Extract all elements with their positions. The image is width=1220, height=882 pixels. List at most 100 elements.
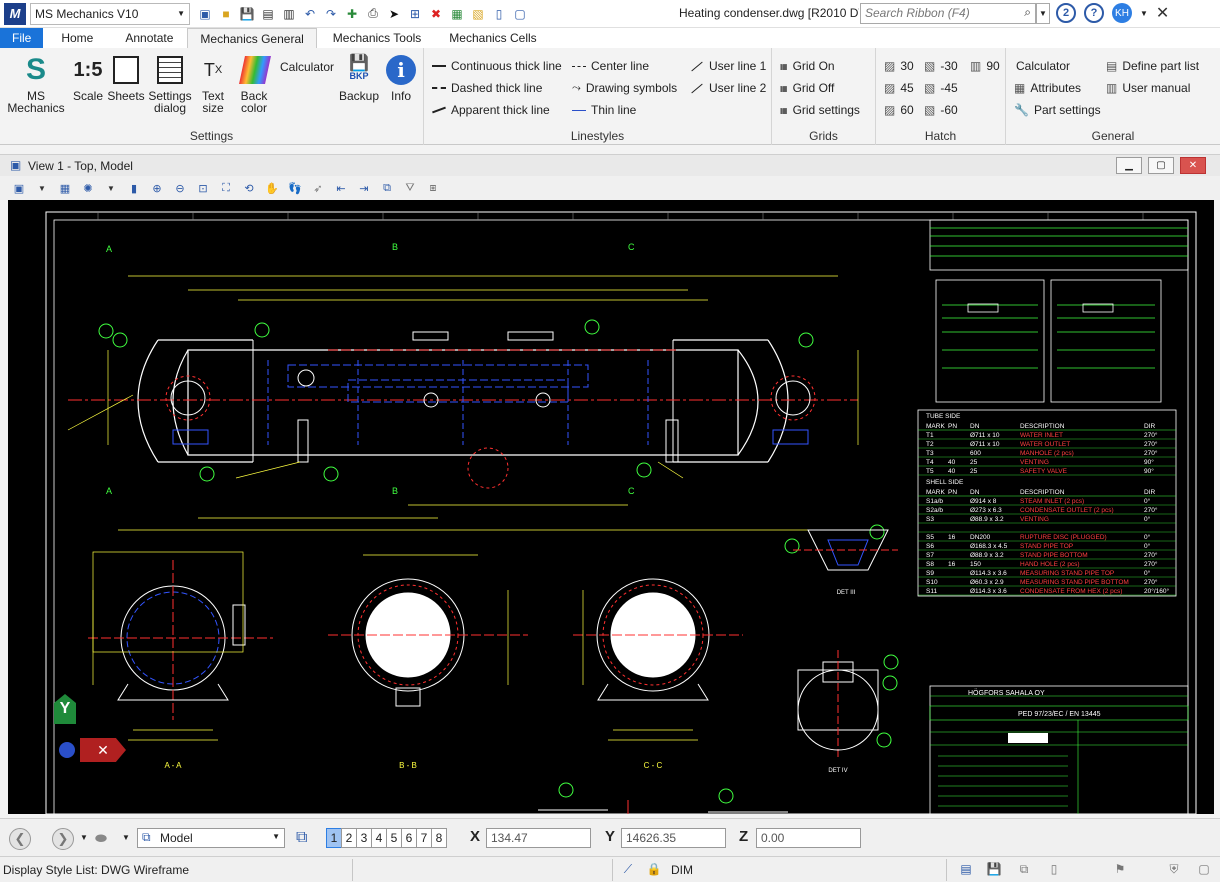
chevron-down-icon[interactable]: ▼ <box>33 179 51 197</box>
print-icon[interactable]: ⎙ <box>364 5 382 23</box>
properties-icon[interactable]: ⊞ <box>406 5 424 23</box>
back-nav-button[interactable]: ❮ <box>9 828 31 850</box>
view-button-1[interactable]: 1 <box>326 828 342 848</box>
view-button-6[interactable]: 6 <box>401 828 417 848</box>
clip-mask-icon[interactable]: ⧆ <box>424 179 442 197</box>
hatch-minus60-button[interactable]: ▧ -60 <box>924 103 958 117</box>
info-button[interactable]: i Info <box>384 54 418 102</box>
maximize-button[interactable]: ▢ <box>1148 157 1174 174</box>
chevron-down-icon[interactable]: ▼ <box>80 833 88 842</box>
view-previous-icon[interactable]: ⇤ <box>332 179 350 197</box>
help-icon[interactable]: ? <box>1084 3 1104 23</box>
linestyle-drawing-symbols[interactable]: ⤳ Drawing symbols <box>572 81 677 95</box>
sync-icon[interactable]: ⧉ <box>1016 861 1032 877</box>
shield-icon[interactable]: ⛨ <box>1166 861 1182 877</box>
view-button-4[interactable]: 4 <box>371 828 387 848</box>
text-size-button[interactable]: TX Text size <box>196 54 230 114</box>
define-part-list-button[interactable]: ▤ Define part list <box>1106 59 1199 73</box>
tab-mechanics-tools[interactable]: Mechanics Tools <box>317 28 438 48</box>
chevron-down-icon[interactable]: ▼ <box>122 833 130 842</box>
close-view-button[interactable]: ✕ <box>1180 157 1206 174</box>
hatch-60-button[interactable]: ▨ 60 <box>884 103 914 117</box>
scale-button[interactable]: 1:5 Scale <box>68 54 108 102</box>
view-display-icon[interactable]: ▦ <box>56 179 74 197</box>
view-button-5[interactable]: 5 <box>386 828 402 848</box>
hatch-90-button[interactable]: ▥ 90 <box>970 59 1000 73</box>
tab-mechanics-cells[interactable]: Mechanics Cells <box>437 28 548 48</box>
fly-icon[interactable]: ➶ <box>309 179 327 197</box>
x-coordinate-field[interactable]: 134.47 <box>486 828 591 848</box>
zoom-in-icon[interactable]: ⊕ <box>148 179 166 197</box>
pin-icon[interactable]: ✚ <box>343 5 361 23</box>
minimize-button[interactable]: ▁ <box>1116 157 1142 174</box>
save-as-icon[interactable]: ▤ <box>259 5 277 23</box>
flag-icon[interactable]: ⚑ <box>1112 861 1128 877</box>
linestyle-center[interactable]: Center line <box>572 59 649 73</box>
snap-icon[interactable]: ⟋ <box>620 861 636 877</box>
clip-volume-icon[interactable]: ⛛ <box>401 179 419 197</box>
tab-mechanics-general[interactable]: Mechanics General <box>187 28 317 48</box>
view-button-3[interactable]: 3 <box>356 828 372 848</box>
hatch-minus30-button[interactable]: ▧ -30 <box>924 59 958 73</box>
walk-icon[interactable]: 👣 <box>286 179 304 197</box>
view-button-8[interactable]: 8 <box>431 828 447 848</box>
document-icon[interactable]: ▯ <box>490 5 508 23</box>
notification-icon[interactable]: 2 <box>1056 3 1076 23</box>
tab-home[interactable]: Home <box>43 28 111 48</box>
settings-dialog-button[interactable]: Settings dialog <box>146 54 194 114</box>
z-coordinate-field[interactable]: 0.00 <box>756 828 861 848</box>
zoom-out-icon[interactable]: ⊖ <box>171 179 189 197</box>
linestyle-dashed-thick[interactable]: Dashed thick line <box>432 81 542 95</box>
lighting-icon[interactable]: ✺ <box>79 179 97 197</box>
ms-mechanics-button[interactable]: S MS Mechanics <box>6 54 66 115</box>
linestyle-thin[interactable]: Thin line <box>572 103 636 117</box>
view-next-icon[interactable]: ⇥ <box>355 179 373 197</box>
drawing-canvas[interactable]: ABC ABC A - A B - B C - C DET III DET IV… <box>8 200 1214 814</box>
close-icon[interactable]: ✕ <box>1156 3 1169 23</box>
view-button-7[interactable]: 7 <box>416 828 432 848</box>
linestyle-user-2[interactable]: User line 2 <box>690 81 766 95</box>
select-arrow-icon[interactable]: ➤ <box>385 5 403 23</box>
rotate-view-icon[interactable]: ⟲ <box>240 179 258 197</box>
open-folder-icon[interactable]: ■ <box>217 5 235 23</box>
backup-button[interactable]: 💾 BKP Backup <box>338 54 380 103</box>
window-icon[interactable]: ▢ <box>511 5 529 23</box>
fit-view-icon[interactable]: ⛶ <box>217 179 235 197</box>
user-avatar[interactable]: KH <box>1112 3 1132 23</box>
search-ribbon-input[interactable]: Search Ribbon (F4) ⌕ <box>860 3 1036 24</box>
forward-nav-button[interactable]: ❯ <box>52 828 74 850</box>
grid-settings-button[interactable]: ▦ Grid settings <box>780 103 860 117</box>
hatch-minus45-button[interactable]: ▧ -45 <box>924 81 958 95</box>
stack-icon[interactable]: ▧ <box>469 5 487 23</box>
view-attributes-icon[interactable]: ▣ <box>10 179 28 197</box>
undo-icon[interactable]: ↶ <box>301 5 319 23</box>
window-status-icon[interactable]: ▢ <box>1196 861 1212 877</box>
linestyle-user-1[interactable]: User line 1 <box>690 59 766 73</box>
search-icon[interactable]: ⌕ <box>1024 5 1031 20</box>
delete-icon[interactable]: ✖ <box>427 5 445 23</box>
save-status-icon[interactable]: 💾 <box>986 861 1002 877</box>
grid-on-button[interactable]: ▦ Grid On <box>780 59 835 73</box>
linestyle-continuous-thick[interactable]: Continuous thick line <box>432 59 562 73</box>
sheets-button[interactable]: Sheets <box>106 54 146 102</box>
level-display[interactable]: DIM <box>671 863 693 877</box>
save-all-icon[interactable]: ▥ <box>280 5 298 23</box>
view-button-2[interactable]: 2 <box>341 828 357 848</box>
user-manual-button[interactable]: ▥ User manual <box>1106 81 1190 95</box>
lock-icon[interactable]: 🔒 <box>646 861 662 877</box>
view-rotation-icon[interactable]: ⧉ <box>378 179 396 197</box>
hatch-45-button[interactable]: ▨ 45 <box>884 81 914 95</box>
message-center-icon[interactable]: ▤ <box>958 861 974 877</box>
part-settings-button[interactable]: 🔧 Part settings <box>1014 103 1101 117</box>
grid-off-button[interactable]: ▦ Grid Off <box>780 81 834 95</box>
attributes-button[interactable]: ▦ Attributes <box>1014 81 1081 95</box>
tab-annotate[interactable]: Annotate <box>111 28 187 48</box>
saved-views-icon[interactable]: ⬬ <box>95 830 107 847</box>
save-icon[interactable]: 💾 <box>238 5 256 23</box>
hatch-30-button[interactable]: ▨ 30 <box>884 59 914 73</box>
model-select[interactable]: ⧉ Model ▼ <box>137 828 285 848</box>
product-select[interactable]: MS Mechanics V10 ▼ <box>30 2 190 25</box>
back-color-button[interactable]: Back color <box>234 54 276 114</box>
document-status-icon[interactable]: ▯ <box>1046 861 1062 877</box>
redo-icon[interactable]: ↷ <box>322 5 340 23</box>
